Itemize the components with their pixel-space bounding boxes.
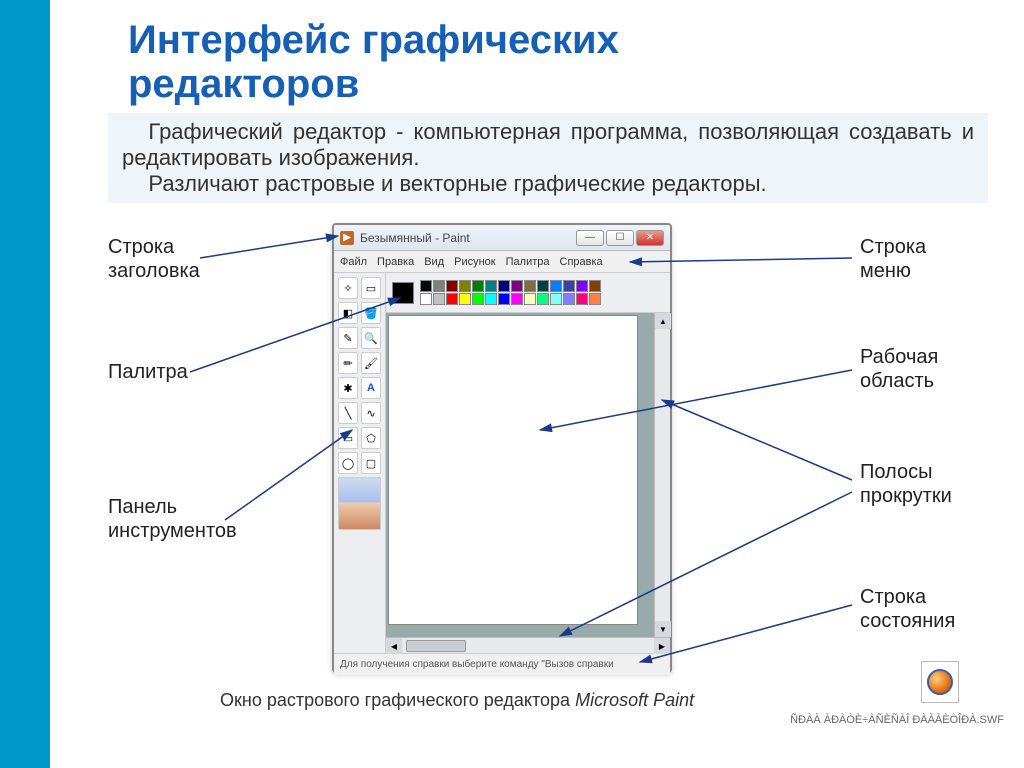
color-swatch[interactable] (589, 280, 601, 292)
swf-file-icon[interactable] (921, 661, 959, 703)
description-box: Графический редактор - компьютерная прог… (108, 113, 988, 203)
window-titlebar[interactable]: Безымянный - Paint — ☐ ✕ (334, 225, 670, 251)
label-menubar: Строкаменю (860, 235, 926, 283)
color-swatch[interactable] (433, 293, 445, 305)
tool-curve[interactable]: ∿ (361, 402, 381, 424)
paint-window: Безымянный - Paint — ☐ ✕ Файл Правка Вид… (332, 223, 672, 673)
color-swatch[interactable] (563, 280, 575, 292)
scroll-thumb[interactable] (406, 640, 466, 652)
label-scrollbars: Полосыпрокрутки (860, 460, 952, 508)
color-swatch[interactable] (576, 293, 588, 305)
color-swatch[interactable] (550, 293, 562, 305)
canvas-area (386, 313, 670, 637)
paint-app-icon (340, 231, 354, 245)
label-statusbar: Строкасостояния (860, 585, 955, 633)
maximize-button[interactable]: ☐ (606, 230, 634, 246)
color-swatch[interactable] (576, 280, 588, 292)
horizontal-scrollbar[interactable] (386, 637, 670, 653)
color-swatch[interactable] (420, 293, 432, 305)
tool-fill[interactable]: 🪣 (361, 302, 381, 324)
color-swatch[interactable] (498, 280, 510, 292)
tool-brush[interactable]: 🖌 (361, 352, 381, 374)
description-paragraph-2: Различают растровые и векторные графичес… (122, 171, 974, 197)
color-swatch[interactable] (563, 293, 575, 305)
color-swatch[interactable] (498, 293, 510, 305)
figure-caption: Окно растрового графического редактора M… (220, 690, 694, 711)
title-line-2: редакторов (128, 62, 359, 106)
menu-file[interactable]: Файл (340, 256, 367, 268)
tool-rect[interactable]: ▭ (338, 427, 358, 449)
color-swatch[interactable] (537, 293, 549, 305)
tool-ellipse[interactable]: ◯ (338, 452, 358, 474)
caption-app-name: Microsoft Paint (575, 690, 694, 710)
color-swatch[interactable] (459, 293, 471, 305)
tool-text[interactable]: A (361, 377, 381, 399)
label-titlebar: Строказаголовка (108, 235, 200, 283)
status-bar: Для получения справки выберите команду "… (334, 653, 670, 675)
caption-text: Окно растрового графического редактора (220, 690, 575, 710)
window-body: ✧ ▭ ◧ 🪣 ✎ 🔍 ✏ 🖌 ✱ A ╲ ∿ ▭ ⬠ ◯ ▢ (334, 273, 670, 653)
menu-help[interactable]: Справка (560, 256, 603, 268)
color-swatch[interactable] (589, 293, 601, 305)
tool-options-2[interactable] (338, 502, 381, 530)
status-text: Для получения справки выберите команду "… (340, 659, 614, 670)
color-swatch[interactable] (446, 293, 458, 305)
tool-picker[interactable]: ✎ (338, 327, 358, 349)
tool-polygon[interactable]: ⬠ (361, 427, 381, 449)
window-title-text: Безымянный - Paint (360, 231, 470, 245)
color-swatch[interactable] (511, 293, 523, 305)
tool-eraser[interactable]: ◧ (338, 302, 358, 324)
color-fg-bg[interactable] (392, 282, 414, 304)
color-swatches (420, 280, 601, 305)
tool-panel: ✧ ▭ ◧ 🪣 ✎ 🔍 ✏ 🖌 ✱ A ╲ ∿ ▭ ⬠ ◯ ▢ (334, 273, 386, 653)
menu-image[interactable]: Рисунок (454, 256, 496, 268)
color-swatch[interactable] (420, 280, 432, 292)
color-swatch[interactable] (511, 280, 523, 292)
tool-options-1[interactable] (338, 477, 381, 505)
color-swatch[interactable] (485, 293, 497, 305)
tool-rect-select[interactable]: ▭ (361, 277, 381, 299)
color-swatch[interactable] (537, 280, 549, 292)
menu-bar: Файл Правка Вид Рисунок Палитра Справка (334, 251, 670, 273)
label-workarea: Рабочаяобласть (860, 345, 938, 393)
swf-file-label: ÑÐÀÀ ÀÐÀÒÈ÷ÀÑÈÑÀÎ ÐÀÀÀÈÒÎÐÀ.SWF (790, 714, 1004, 726)
label-palette: Палитра (108, 360, 188, 384)
menu-edit[interactable]: Правка (377, 256, 414, 268)
color-swatch[interactable] (459, 280, 471, 292)
color-swatch[interactable] (550, 280, 562, 292)
window-controls: — ☐ ✕ (576, 230, 664, 246)
tool-pencil[interactable]: ✏ (338, 352, 358, 374)
color-swatch[interactable] (524, 280, 536, 292)
menu-palette[interactable]: Палитра (506, 256, 550, 268)
canvas[interactable] (388, 315, 638, 625)
color-swatch[interactable] (433, 280, 445, 292)
close-button[interactable]: ✕ (636, 230, 664, 246)
tool-spray[interactable]: ✱ (338, 377, 358, 399)
right-pane (386, 273, 670, 653)
label-toolbar: Панельинструментов (108, 495, 237, 543)
tool-freeform-select[interactable]: ✧ (338, 277, 358, 299)
color-swatch[interactable] (524, 293, 536, 305)
color-swatch[interactable] (446, 280, 458, 292)
vertical-scrollbar[interactable] (654, 313, 670, 637)
slide-title: Интерфейс графических редакторов (128, 18, 619, 106)
title-line-1: Интерфейс графических (128, 18, 619, 62)
minimize-button[interactable]: — (576, 230, 604, 246)
color-swatch[interactable] (485, 280, 497, 292)
slide-accent-bar (0, 0, 50, 768)
menu-view[interactable]: Вид (424, 256, 444, 268)
tool-zoom[interactable]: 🔍 (361, 327, 381, 349)
color-palette (386, 273, 670, 313)
tool-line[interactable]: ╲ (338, 402, 358, 424)
tool-roundrect[interactable]: ▢ (361, 452, 381, 474)
color-swatch[interactable] (472, 280, 484, 292)
description-paragraph-1: Графический редактор - компьютерная прог… (122, 119, 974, 171)
color-swatch[interactable] (472, 293, 484, 305)
